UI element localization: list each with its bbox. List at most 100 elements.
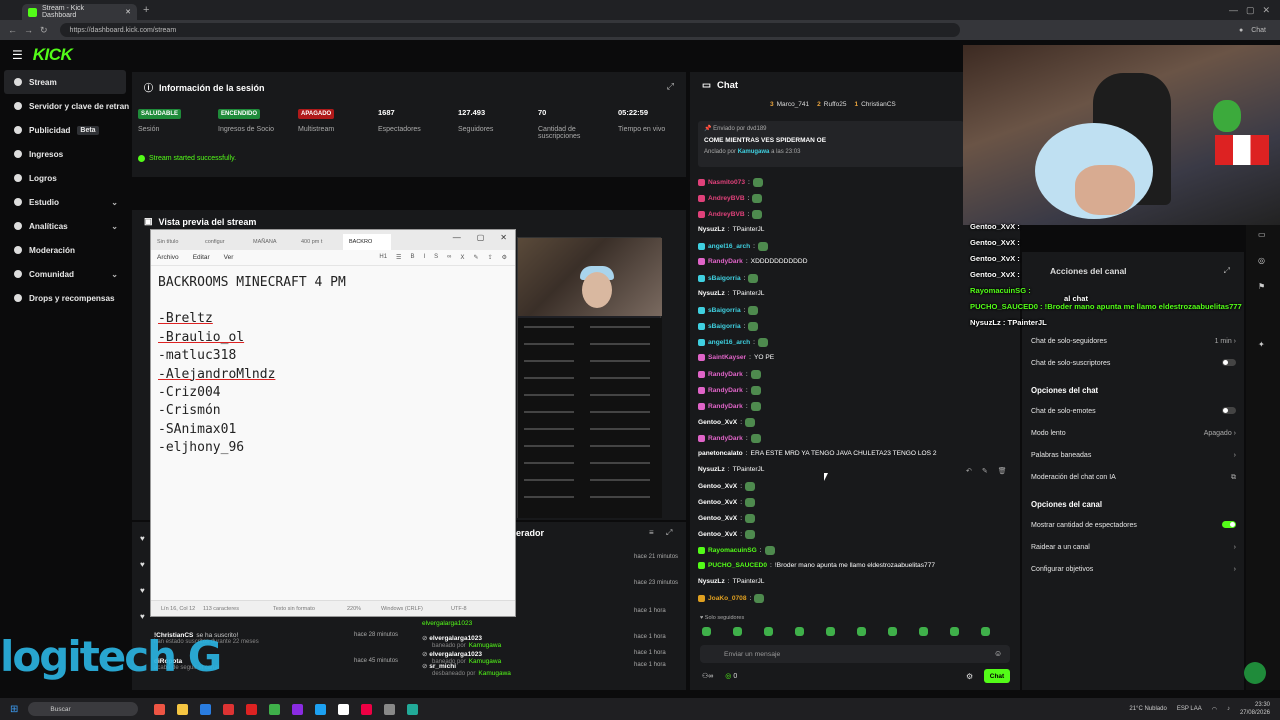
chat-message[interactable]: RandyDark: — [698, 370, 761, 379]
taskbar-app-icon[interactable] — [384, 703, 396, 715]
heading-icon[interactable]: H1 — [379, 254, 387, 261]
notepad-tab[interactable]: BACKRO — [343, 234, 391, 250]
minimize-icon[interactable]: — — [1229, 5, 1238, 16]
strike-icon[interactable]: S — [434, 254, 438, 261]
expand-icon[interactable]: ⤢ — [667, 81, 674, 92]
ai-icon[interactable]: ✎ — [474, 254, 479, 261]
chat-username[interactable]: Gentoo_XvX — [698, 531, 737, 538]
chat-message[interactable]: NysuzLz: TPainterJL — [698, 578, 764, 585]
toggle-switch[interactable] — [1222, 359, 1236, 366]
chat-username[interactable]: Nasmito073 — [708, 179, 745, 186]
taskbar-app-icon[interactable] — [200, 703, 212, 715]
pin-icon[interactable]: ✎ — [982, 467, 988, 475]
channel-option[interactable]: Palabras baneadas › — [1031, 452, 1236, 459]
chat-message[interactable]: Gentoo_XvX: — [698, 530, 756, 539]
emote-shortcut-icon[interactable] — [795, 627, 804, 636]
reply-icon[interactable]: ↶ — [966, 467, 972, 475]
maximize-icon[interactable]: ▢ — [1246, 5, 1255, 16]
channel-option[interactable]: Mostrar cantidad de espectadores — [1031, 521, 1236, 529]
np-maximize-icon[interactable]: ▢ — [477, 233, 485, 242]
sidebar-item-6[interactable]: Analíticas ⌄ — [0, 214, 130, 238]
emote-shortcut-icon[interactable] — [950, 627, 959, 636]
np-close-icon[interactable]: ✕ — [500, 233, 507, 242]
chat-message[interactable]: sBaigorria: — [698, 322, 759, 331]
chat-username[interactable]: NysuzLz — [698, 290, 725, 297]
notepad-text-area[interactable]: BACKROOMS MINECRAFT 4 PM -Breltz -Braulio… — [151, 266, 515, 458]
chat-username[interactable]: RandyDark — [708, 258, 743, 265]
chat-username[interactable]: PUCHO_SAUCED0 — [708, 562, 767, 569]
mod-expand-icon[interactable]: ⤢ — [666, 528, 672, 538]
notepad-tab[interactable]: Sin título — [151, 234, 199, 250]
channel-option[interactable]: Chat de solo-suscriptores — [1031, 359, 1236, 367]
chat-message[interactable]: RandyDark: — [698, 434, 761, 443]
taskbar-app-icon[interactable] — [177, 703, 189, 715]
back-icon[interactable]: ← — [8, 25, 17, 36]
sidebar-item-3[interactable]: Ingresos — [0, 142, 130, 166]
pinned-message[interactable]: 📌 Enviado por dvd189 COME MIENTRAS VES S… — [698, 121, 964, 167]
notepad-window[interactable]: — ▢ ✕ Sin título configur MAÑANA 400 pm t BACK… — [150, 229, 516, 617]
chat-username[interactable]: AndreyBVB — [708, 211, 745, 218]
chat-message[interactable]: NysuzLz: TPainterJL — [698, 290, 764, 297]
tab-close-icon[interactable]: ✕ — [125, 8, 131, 16]
chat-message[interactable]: Gentoo_XvX: — [698, 498, 756, 507]
np-minimize-icon[interactable]: — — [453, 233, 461, 242]
sidebar-item-5[interactable]: Estudio ⌄ — [0, 190, 130, 214]
rail-shield-icon[interactable]: ✦ — [1258, 340, 1265, 349]
chat-username[interactable]: angel16_arch — [708, 243, 750, 250]
notepad-menu-item[interactable]: Editar — [193, 254, 210, 261]
chat-username[interactable]: Gentoo_XvX — [698, 499, 737, 506]
chat-message[interactable]: Nasmito073: — [698, 178, 763, 187]
forward-icon[interactable]: → — [24, 25, 33, 36]
sidebar-item-7[interactable]: Moderación — [0, 238, 130, 262]
rail-target-icon[interactable]: ◎ — [1258, 256, 1265, 265]
toggle-switch[interactable] — [1222, 521, 1236, 528]
taskbar-app-icon[interactable] — [154, 703, 166, 715]
chat-message[interactable]: NysuzLz: TPainterJL — [698, 466, 764, 473]
chat-message-input[interactable]: Enviar un mensaje — [700, 645, 1010, 663]
filter-icon[interactable]: ≡ — [649, 528, 654, 537]
channel-option[interactable]: Chat de solo-emotes — [1031, 407, 1236, 415]
sidebar-item-9[interactable]: Drops y recompensas — [0, 286, 130, 310]
sidebar-item-2[interactable]: Publicidad Beta — [0, 118, 130, 142]
notepad-tab[interactable]: configur — [199, 234, 247, 250]
send-chat-button[interactable]: Chat — [984, 669, 1010, 683]
chat-message[interactable]: AndreyBVB: — [698, 194, 763, 203]
channel-option[interactable]: Configurar objetivos › — [1031, 566, 1236, 573]
top-gifter[interactable]: 3 Marco_741 — [770, 101, 809, 108]
channel-option[interactable]: Raidear a un canal › — [1031, 544, 1236, 551]
users-icon[interactable]: ⚇∞ — [702, 672, 713, 680]
sidebar-item-0[interactable]: Stream — [4, 70, 126, 94]
chat-message[interactable]: RandyDark: — [698, 402, 761, 411]
taskbar-app-icon[interactable] — [292, 703, 304, 715]
windows-start-icon[interactable]: ⊞ — [10, 704, 18, 715]
chat-message[interactable]: JoaKo_0708: — [698, 594, 765, 603]
chat-message[interactable]: sBaigorria: — [698, 306, 759, 315]
chat-settings-icon[interactable]: ⚙ — [966, 672, 973, 681]
taskbar-app-icon[interactable] — [269, 703, 281, 715]
url-field[interactable]: https://dashboard.kick.com/stream — [59, 23, 960, 37]
chat-message[interactable]: angel16_arch: — [698, 242, 768, 251]
channel-option[interactable]: Chat de solo-seguidores 1 min › — [1031, 338, 1236, 345]
chat-username[interactable]: RandyDark — [708, 371, 743, 378]
rail-mod-icon[interactable]: ⚑ — [1258, 282, 1265, 291]
bold-icon[interactable]: B — [410, 254, 414, 261]
italic-icon[interactable]: I — [423, 254, 425, 261]
emote-shortcut-icon[interactable] — [857, 627, 866, 636]
taskbar-app-icon[interactable] — [246, 703, 258, 715]
list-icon[interactable]: ☰ — [396, 254, 401, 261]
sidebar-item-8[interactable]: Comunidad ⌄ — [0, 262, 130, 286]
browser-tab[interactable]: Stream - Kick Dashboard ✕ — [22, 4, 137, 20]
chat-message[interactable]: PUCHO_SAUCED0: !Broder mano apunta me lla… — [698, 562, 935, 569]
notepad-tab[interactable]: 400 pm t — [295, 234, 343, 250]
close-window-icon[interactable]: ✕ — [1262, 5, 1270, 16]
wifi-icon[interactable]: ◠ — [1212, 706, 1217, 713]
toggle-switch[interactable] — [1222, 407, 1236, 414]
chat-message[interactable]: RandyDark: — [698, 386, 761, 395]
top-gifter[interactable]: 2 Ruffo25 — [817, 101, 846, 108]
taskbar-search[interactable]: Buscar — [28, 702, 139, 716]
chat-username[interactable]: SaintKayser — [708, 354, 746, 361]
chat-username[interactable]: sBaigorria — [708, 275, 741, 282]
taskbar-app-icon[interactable] — [315, 703, 327, 715]
chat-username[interactable]: JoaKo_0708 — [708, 595, 747, 602]
rail-chat-icon[interactable]: ▭ — [1258, 230, 1266, 239]
